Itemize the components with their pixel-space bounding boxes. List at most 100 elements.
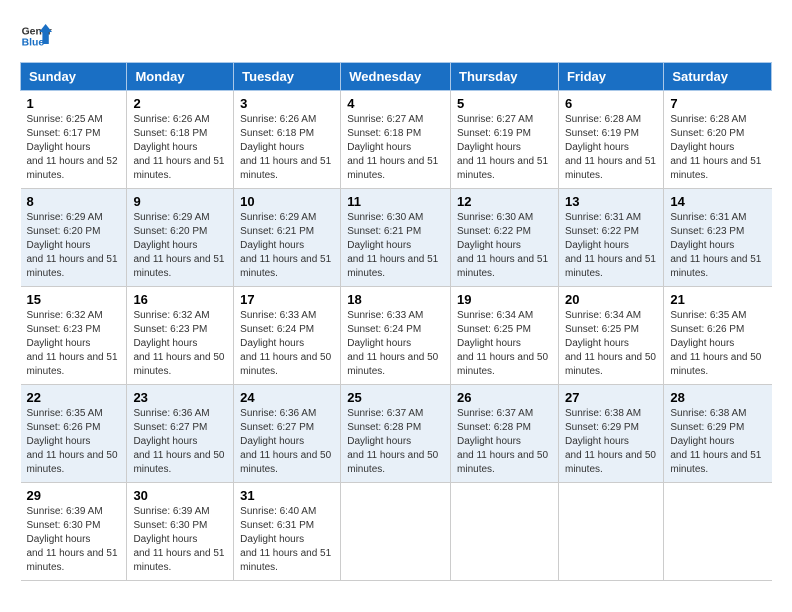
- calendar-cell: 19 Sunrise: 6:34 AMSunset: 6:25 PMDayligh…: [451, 287, 559, 385]
- day-info: Sunrise: 6:32 AMSunset: 6:23 PMDaylight …: [133, 310, 224, 377]
- day-number: 16: [133, 292, 227, 307]
- day-info: Sunrise: 6:35 AMSunset: 6:26 PMDaylight …: [670, 310, 761, 377]
- calendar-cell: 9 Sunrise: 6:29 AMSunset: 6:20 PMDaylight…: [127, 189, 234, 287]
- day-number: 21: [670, 292, 765, 307]
- calendar-cell: 25 Sunrise: 6:37 AMSunset: 6:28 PMDayligh…: [341, 385, 451, 483]
- calendar-cell: 16 Sunrise: 6:32 AMSunset: 6:23 PMDayligh…: [127, 287, 234, 385]
- calendar-cell: 15 Sunrise: 6:32 AMSunset: 6:23 PMDayligh…: [21, 287, 127, 385]
- day-info: Sunrise: 6:29 AMSunset: 6:21 PMDaylight …: [240, 212, 331, 279]
- column-header-wednesday: Wednesday: [341, 63, 451, 91]
- calendar-cell: 4 Sunrise: 6:27 AMSunset: 6:18 PMDaylight…: [341, 91, 451, 189]
- calendar-cell: 1 Sunrise: 6:25 AMSunset: 6:17 PMDaylight…: [21, 91, 127, 189]
- day-number: 1: [27, 96, 121, 111]
- calendar-cell: 5Sunrise: 6:27 AMSunset: 6:19 PMDaylight…: [451, 91, 559, 189]
- day-info: Sunrise: 6:31 AMSunset: 6:22 PMDaylight …: [565, 212, 656, 279]
- day-number: 17: [240, 292, 334, 307]
- day-info: Sunrise: 6:31 AMSunset: 6:23 PMDaylight …: [670, 212, 761, 279]
- day-info: Sunrise: 6:40 AMSunset: 6:31 PMDaylight …: [240, 506, 331, 573]
- day-info: Sunrise: 6:28 AMSunset: 6:19 PMDaylight …: [565, 114, 656, 181]
- calendar-cell: 31 Sunrise: 6:40 AMSunset: 6:31 PMDayligh…: [234, 483, 341, 581]
- calendar-cell: 6 Sunrise: 6:28 AMSunset: 6:19 PMDaylight…: [558, 91, 663, 189]
- day-info: Sunrise: 6:32 AMSunset: 6:23 PMDaylight …: [27, 310, 118, 377]
- day-info: Sunrise: 6:36 AMSunset: 6:27 PMDaylight …: [133, 408, 224, 475]
- calendar-table: SundayMondayTuesdayWednesdayThursdayFrid…: [20, 62, 772, 581]
- day-number: 4: [347, 96, 444, 111]
- day-number: 10: [240, 194, 334, 209]
- day-number: 25: [347, 390, 444, 405]
- day-info: Sunrise: 6:30 AMSunset: 6:21 PMDaylight …: [347, 212, 438, 279]
- logo-icon: General Blue: [20, 20, 52, 52]
- day-info: Sunrise: 6:39 AMSunset: 6:30 PMDaylight …: [133, 506, 224, 573]
- day-info: Sunrise: 6:37 AMSunset: 6:28 PMDaylight …: [347, 408, 438, 475]
- day-number: 27: [565, 390, 657, 405]
- day-number: 28: [670, 390, 765, 405]
- day-number: 24: [240, 390, 334, 405]
- column-header-tuesday: Tuesday: [234, 63, 341, 91]
- day-info: Sunrise: 6:33 AMSunset: 6:24 PMDaylight …: [240, 310, 331, 377]
- calendar-cell: 2 Sunrise: 6:26 AMSunset: 6:18 PMDaylight…: [127, 91, 234, 189]
- day-number: 22: [27, 390, 121, 405]
- day-number: 8: [27, 194, 121, 209]
- day-info: Sunrise: 6:25 AMSunset: 6:17 PMDaylight …: [27, 114, 118, 181]
- day-number: 30: [133, 488, 227, 503]
- calendar-cell: 26 Sunrise: 6:37 AMSunset: 6:28 PMDayligh…: [451, 385, 559, 483]
- day-info: Sunrise: 6:26 AMSunset: 6:18 PMDaylight …: [133, 114, 224, 181]
- calendar-cell: [341, 483, 451, 581]
- day-number: 26: [457, 390, 552, 405]
- day-info: Sunrise: 6:27 AMSunset: 6:19 PMDaylight …: [457, 114, 548, 181]
- calendar-cell: 17 Sunrise: 6:33 AMSunset: 6:24 PMDayligh…: [234, 287, 341, 385]
- calendar-cell: 10 Sunrise: 6:29 AMSunset: 6:21 PMDayligh…: [234, 189, 341, 287]
- calendar-cell: 21 Sunrise: 6:35 AMSunset: 6:26 PMDayligh…: [664, 287, 772, 385]
- calendar-cell: 12 Sunrise: 6:30 AMSunset: 6:22 PMDayligh…: [451, 189, 559, 287]
- day-number: 29: [27, 488, 121, 503]
- calendar-cell: 13Sunrise: 6:31 AMSunset: 6:22 PMDayligh…: [558, 189, 663, 287]
- calendar-cell: 18 Sunrise: 6:33 AMSunset: 6:24 PMDayligh…: [341, 287, 451, 385]
- day-info: Sunrise: 6:38 AMSunset: 6:29 PMDaylight …: [565, 408, 656, 475]
- logo: General Blue: [20, 20, 52, 52]
- day-number: 12: [457, 194, 552, 209]
- day-number: 3: [240, 96, 334, 111]
- page-header: General Blue: [20, 20, 772, 52]
- column-header-monday: Monday: [127, 63, 234, 91]
- calendar-cell: [558, 483, 663, 581]
- calendar-cell: [451, 483, 559, 581]
- day-info: Sunrise: 6:29 AMSunset: 6:20 PMDaylight …: [133, 212, 224, 279]
- day-number: 9: [133, 194, 227, 209]
- day-info: Sunrise: 6:27 AMSunset: 6:18 PMDaylight …: [347, 114, 438, 181]
- calendar-cell: 14 Sunrise: 6:31 AMSunset: 6:23 PMDayligh…: [664, 189, 772, 287]
- day-number: 18: [347, 292, 444, 307]
- column-header-sunday: Sunday: [21, 63, 127, 91]
- svg-text:Blue: Blue: [22, 38, 45, 49]
- day-number: 31: [240, 488, 334, 503]
- day-number: 23: [133, 390, 227, 405]
- day-info: Sunrise: 6:37 AMSunset: 6:28 PMDaylight …: [457, 408, 548, 475]
- calendar-cell: 7Sunrise: 6:28 AMSunset: 6:20 PMDaylight…: [664, 91, 772, 189]
- calendar-cell: 28Sunrise: 6:38 AMSunset: 6:29 PMDayligh…: [664, 385, 772, 483]
- calendar-cell: 20Sunrise: 6:34 AMSunset: 6:25 PMDayligh…: [558, 287, 663, 385]
- day-info: Sunrise: 6:34 AMSunset: 6:25 PMDaylight …: [457, 310, 548, 377]
- day-number: 6: [565, 96, 657, 111]
- calendar-cell: 22Sunrise: 6:35 AMSunset: 6:26 PMDayligh…: [21, 385, 127, 483]
- day-info: Sunrise: 6:29 AMSunset: 6:20 PMDaylight …: [27, 212, 118, 279]
- day-number: 20: [565, 292, 657, 307]
- column-header-saturday: Saturday: [664, 63, 772, 91]
- calendar-cell: 29Sunrise: 6:39 AMSunset: 6:30 PMDayligh…: [21, 483, 127, 581]
- day-info: Sunrise: 6:36 AMSunset: 6:27 PMDaylight …: [240, 408, 331, 475]
- day-info: Sunrise: 6:26 AMSunset: 6:18 PMDaylight …: [240, 114, 331, 181]
- day-number: 2: [133, 96, 227, 111]
- day-number: 19: [457, 292, 552, 307]
- day-info: Sunrise: 6:30 AMSunset: 6:22 PMDaylight …: [457, 212, 548, 279]
- day-number: 14: [670, 194, 765, 209]
- calendar-cell: 24 Sunrise: 6:36 AMSunset: 6:27 PMDayligh…: [234, 385, 341, 483]
- day-number: 15: [27, 292, 121, 307]
- calendar-cell: [664, 483, 772, 581]
- calendar-cell: 23 Sunrise: 6:36 AMSunset: 6:27 PMDayligh…: [127, 385, 234, 483]
- calendar-cell: 8 Sunrise: 6:29 AMSunset: 6:20 PMDaylight…: [21, 189, 127, 287]
- calendar-cell: 27 Sunrise: 6:38 AMSunset: 6:29 PMDayligh…: [558, 385, 663, 483]
- day-number: 11: [347, 194, 444, 209]
- column-header-friday: Friday: [558, 63, 663, 91]
- day-info: Sunrise: 6:33 AMSunset: 6:24 PMDaylight …: [347, 310, 438, 377]
- column-header-thursday: Thursday: [451, 63, 559, 91]
- calendar-cell: 30 Sunrise: 6:39 AMSunset: 6:30 PMDayligh…: [127, 483, 234, 581]
- calendar-cell: 11 Sunrise: 6:30 AMSunset: 6:21 PMDayligh…: [341, 189, 451, 287]
